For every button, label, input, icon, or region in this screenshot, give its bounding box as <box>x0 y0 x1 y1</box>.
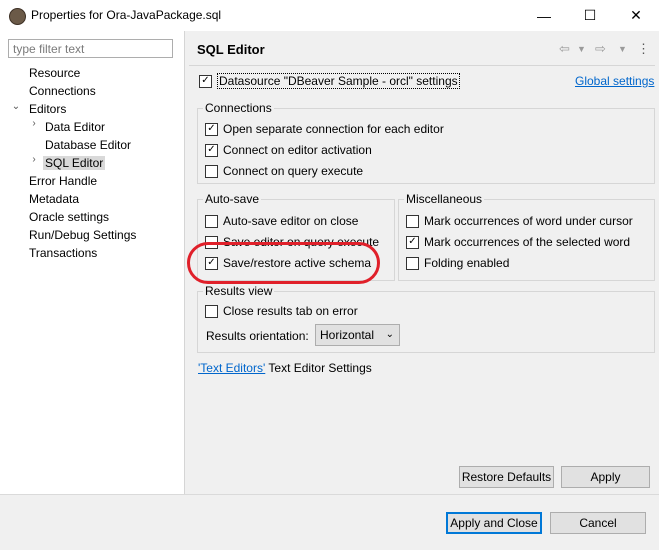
results-view-group-title: Results view <box>203 284 275 298</box>
tree-item-label: Run/Debug Settings <box>29 228 137 242</box>
highlight-annotation-oval <box>187 242 380 284</box>
page-title: SQL Editor <box>197 42 265 57</box>
mark-occurrences-selected-checkbox[interactable]: ✓ Mark occurrences of the selected word <box>406 233 630 251</box>
restore-defaults-button[interactable]: Restore Defaults <box>459 466 554 488</box>
apply-button[interactable]: Apply <box>561 466 650 488</box>
window-title: Properties for Ora-JavaPackage.sql <box>31 8 222 22</box>
checkbox-label: Mark occurrences of word under cursor <box>424 214 633 228</box>
checkbox-box[interactable]: ✓ <box>406 235 419 249</box>
cancel-button[interactable]: Cancel <box>550 512 646 534</box>
tree-item-resource[interactable]: Resource <box>29 64 80 82</box>
datasource-label: Datasource "DBeaver Sample - orcl" setti… <box>217 73 460 89</box>
checkbox-box[interactable] <box>406 256 419 270</box>
results-orientation-select[interactable]: Horizontal ⌄ <box>315 324 400 346</box>
results-view-group: Results view Close results tab on error … <box>197 284 655 353</box>
tree-item-label: Error Handle <box>29 174 98 188</box>
tree-item-label: SQL Editor <box>43 156 106 170</box>
tree-item-run-debug-settings[interactable]: Run/Debug Settings <box>29 226 136 244</box>
tree-item-label: Resource <box>29 66 81 80</box>
global-settings-link[interactable]: Global settings <box>575 74 654 88</box>
more-menu-icon[interactable]: ⋮ <box>637 41 650 57</box>
maximize-icon[interactable]: ☐ <box>567 0 613 31</box>
checkbox-box[interactable] <box>205 304 218 318</box>
checkbox-box[interactable] <box>406 214 419 228</box>
close-icon[interactable]: ✕ <box>613 0 659 31</box>
minimize-icon[interactable]: — <box>521 0 567 31</box>
tree-item-label: Database Editor <box>45 138 132 152</box>
datasource-settings-checkbox[interactable]: ✓ Datasource "DBeaver Sample - orcl" set… <box>199 72 460 90</box>
chevron-right-icon[interactable]: › <box>29 118 39 129</box>
chevron-down-icon[interactable]: ⌄ <box>11 101 21 112</box>
dialog-footer: Apply and Close Cancel <box>0 494 659 550</box>
connections-group: Connections ✓ Open separate connection fo… <box>197 101 655 184</box>
text-editors-link[interactable]: 'Text Editors' <box>198 361 265 375</box>
miscellaneous-group-title: Miscellaneous <box>404 192 485 206</box>
title-divider <box>189 65 655 66</box>
tree-item-editors[interactable]: Editors <box>29 100 66 118</box>
back-arrow-icon[interactable]: ⇦ <box>559 41 570 57</box>
checkbox-label: Connect on query execute <box>223 164 364 178</box>
autosave-group-title: Auto-save <box>203 192 262 206</box>
back-dropdown-icon[interactable]: ▼ <box>577 44 586 54</box>
tree-item-error-handle[interactable]: Error Handle <box>29 172 97 190</box>
tree-item-transactions[interactable]: Transactions <box>29 244 97 262</box>
title-bar: Properties for Ora-JavaPackage.sql — ☐ ✕ <box>0 0 659 32</box>
tree-item-data-editor[interactable]: Data Editor <box>45 118 105 136</box>
checkbox-label: Connect on editor activation <box>223 143 372 157</box>
chevron-down-icon: ⌄ <box>385 329 394 340</box>
mark-occurrences-cursor-checkbox[interactable]: Mark occurrences of word under cursor <box>406 212 633 230</box>
apply-and-close-button[interactable]: Apply and Close <box>446 512 542 534</box>
autosave-on-close-checkbox[interactable]: Auto-save editor on close <box>205 212 358 230</box>
checkbox-box[interactable]: ✓ <box>199 74 212 88</box>
checkbox-label: Open separate connection for each editor <box>223 122 444 136</box>
connect-on-query-checkbox[interactable]: Connect on query execute <box>205 162 363 180</box>
chevron-right-icon[interactable]: › <box>29 154 39 165</box>
tree-item-label: Metadata <box>29 192 80 206</box>
close-results-tab-checkbox[interactable]: Close results tab on error <box>205 302 358 320</box>
dbeaver-app-icon <box>9 8 26 25</box>
select-value: Horizontal <box>320 328 375 342</box>
tree-item-database-editor[interactable]: Database Editor <box>45 136 131 154</box>
tree-item-oracle-settings[interactable]: Oracle settings <box>29 208 109 226</box>
tree-item-label: Transactions <box>29 246 98 260</box>
results-orientation-label: Results orientation: <box>206 329 309 343</box>
tree-item-label: Oracle settings <box>29 210 110 224</box>
tree-item-label: Data Editor <box>45 120 106 134</box>
checkbox-box[interactable]: ✓ <box>205 143 218 157</box>
checkbox-label: Auto-save editor on close <box>223 214 359 228</box>
tree-item-label: Connections <box>29 84 96 98</box>
filter-input[interactable] <box>8 39 173 58</box>
folding-enabled-checkbox[interactable]: Folding enabled <box>406 254 509 272</box>
tree-item-sql-editor[interactable]: SQL Editor <box>43 154 106 172</box>
tree-item-connections[interactable]: Connections <box>29 82 96 100</box>
open-separate-connection-checkbox[interactable]: ✓ Open separate connection for each edito… <box>205 120 444 138</box>
connect-on-activation-checkbox[interactable]: ✓ Connect on editor activation <box>205 141 372 159</box>
checkbox-box[interactable]: ✓ <box>205 122 218 136</box>
forward-dropdown-icon[interactable]: ▼ <box>618 44 627 54</box>
preferences-tree-panel: Resource Connections ⌄ Editors › Data Ed… <box>0 31 185 494</box>
forward-arrow-icon[interactable]: ⇨ <box>595 41 606 57</box>
checkbox-box[interactable] <box>205 214 218 228</box>
tree-item-label: Editors <box>29 102 67 116</box>
checkbox-label: Folding enabled <box>424 256 510 270</box>
tree-item-metadata[interactable]: Metadata <box>29 190 79 208</box>
checkbox-label: Close results tab on error <box>223 304 358 318</box>
miscellaneous-group: Miscellaneous Mark occurrences of word u… <box>398 192 655 281</box>
checkbox-label: Mark occurrences of the selected word <box>424 235 631 249</box>
connections-group-title: Connections <box>203 101 274 115</box>
checkbox-box[interactable] <box>205 164 218 178</box>
text-editors-suffix: Text Editor Settings <box>265 361 372 375</box>
text-editors-line: 'Text Editors' Text Editor Settings <box>198 361 372 375</box>
